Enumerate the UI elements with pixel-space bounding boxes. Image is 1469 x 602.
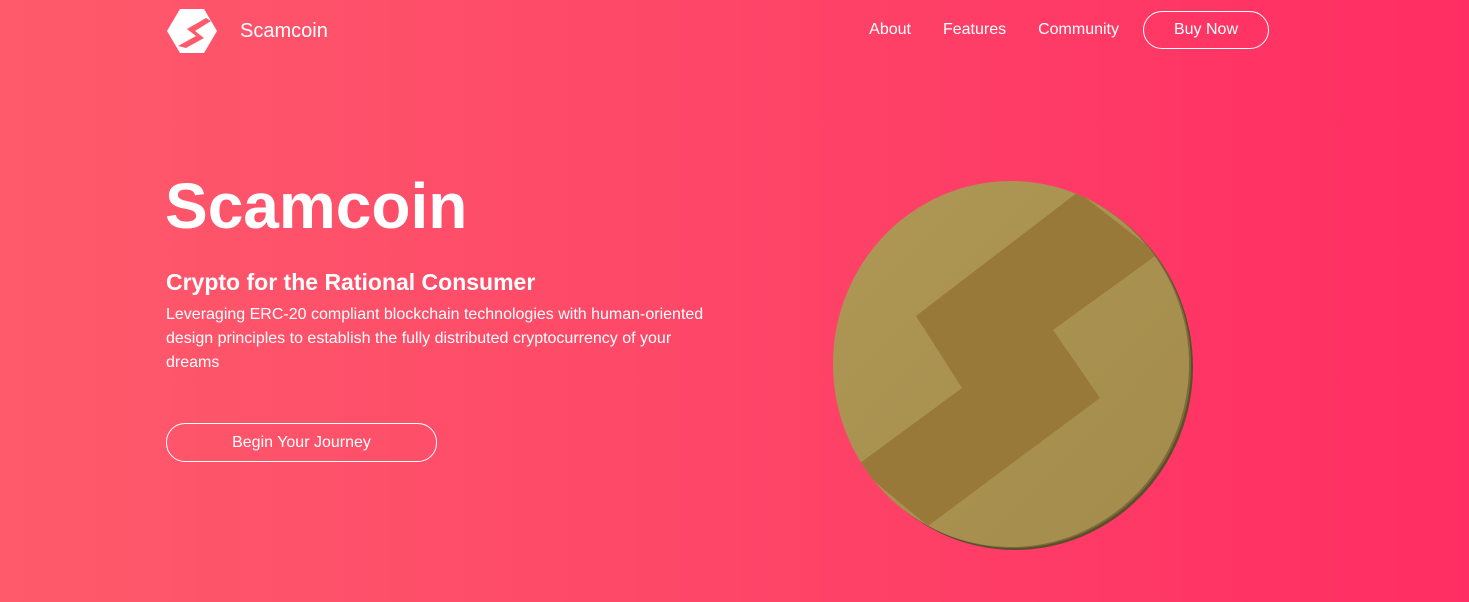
hero-subtitle: Crypto for the Rational Consumer bbox=[166, 269, 536, 295]
scamcoin-coin-icon bbox=[833, 181, 1193, 550]
nav-link-community[interactable]: Community bbox=[1038, 21, 1119, 39]
begin-journey-button[interactable]: Begin Your Journey bbox=[166, 423, 437, 462]
brand-name[interactable]: Scamcoin bbox=[240, 19, 328, 43]
nav-link-features[interactable]: Features bbox=[943, 21, 1006, 39]
scamcoin-logo-icon[interactable] bbox=[166, 8, 218, 54]
buy-now-button[interactable]: Buy Now bbox=[1143, 11, 1269, 49]
main-nav: About Features Community Buy Now bbox=[869, 11, 1269, 49]
nav-link-about[interactable]: About bbox=[869, 21, 911, 39]
hero-title: Scamcoin bbox=[165, 170, 468, 242]
hero-description: Leveraging ERC-20 compliant blockchain t… bbox=[166, 306, 704, 371]
